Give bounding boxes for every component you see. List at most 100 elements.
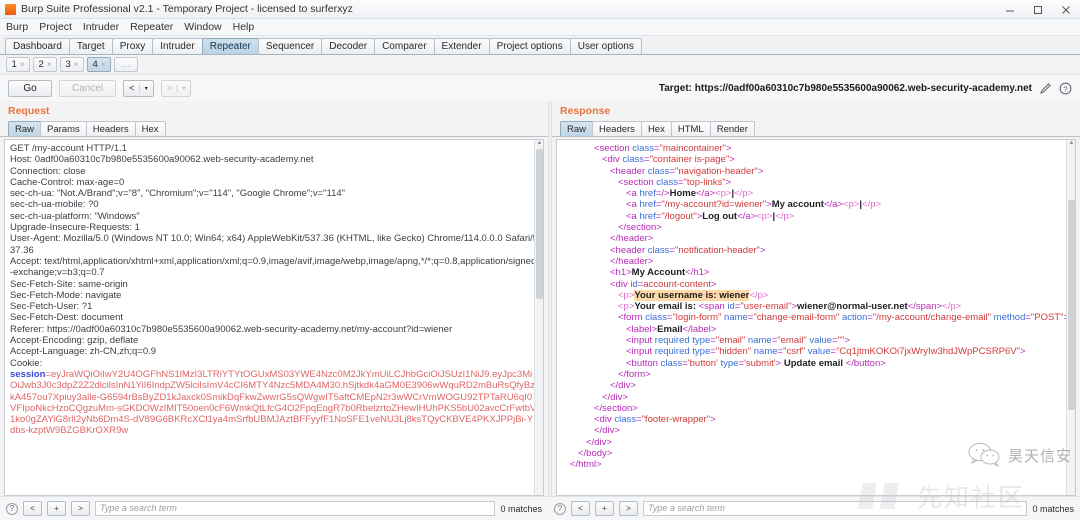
tab-comparer[interactable]: Comparer	[374, 38, 435, 54]
response-line: <div class="container is-page">	[562, 154, 1070, 165]
response-tab-raw[interactable]: Raw	[560, 121, 594, 136]
repeater-tab-3[interactable]: 3 ×	[60, 57, 84, 72]
tab-project-options[interactable]: Project options	[488, 38, 571, 54]
code-token: name	[751, 346, 778, 358]
request-search-bar: ? < + > Type a search term 0 matches	[0, 496, 548, 520]
response-editor[interactable]: <section class="maincontainer"> <div clas…	[556, 139, 1076, 496]
back-chevron-down-icon[interactable]: ▾	[145, 85, 148, 92]
status-bars: ? < + > Type a search term 0 matches ? <…	[0, 496, 1080, 520]
repeater-tab-3-close-icon[interactable]: ×	[74, 60, 79, 69]
go-button[interactable]: Go	[8, 79, 52, 97]
forward-chevron-down-icon[interactable]: ▾	[182, 85, 185, 92]
code-token: Log out	[702, 210, 738, 222]
response-tab-render[interactable]: Render	[709, 121, 755, 136]
request-tab-params[interactable]: Params	[40, 121, 87, 136]
code-token: type	[717, 357, 739, 369]
code-token: <div	[594, 414, 615, 426]
request-scroll-up-icon[interactable]: ▲	[536, 140, 543, 147]
minimize-button[interactable]	[996, 0, 1024, 19]
back-button[interactable]: < | ▾	[123, 79, 154, 97]
request-search-input[interactable]: Type a search term	[95, 501, 496, 516]
response-tab-hex[interactable]: Hex	[640, 121, 672, 136]
tab-sequencer[interactable]: Sequencer	[257, 38, 323, 54]
repeater-tab-2[interactable]: 2 ×	[33, 57, 57, 72]
request-tab-headers[interactable]: Headers	[85, 121, 136, 136]
response-line: <header class="notification-header">	[562, 245, 1070, 256]
repeater-tab-4[interactable]: 4 ×	[87, 57, 111, 72]
code-token: <label>	[626, 323, 658, 335]
edit-pencil-icon[interactable]	[1039, 82, 1052, 95]
response-tab-headers[interactable]: Headers	[592, 121, 642, 136]
tab-extender[interactable]: Extender	[433, 38, 490, 54]
tab-user-options[interactable]: User options	[569, 38, 642, 54]
response-search-next-button[interactable]: >	[619, 501, 638, 516]
repeater-tab-strip: 1 × 2 × 3 × 4 × …	[0, 55, 1080, 75]
response-line: <a href="/logout">Log out</a><p>|</p>	[562, 211, 1070, 222]
response-help-icon[interactable]: ?	[554, 502, 566, 515]
response-line: </section>	[562, 403, 1070, 414]
request-search-prev-button[interactable]: <	[23, 501, 42, 516]
code-token: "email"	[777, 335, 807, 347]
repeater-tab-2-label: 2	[38, 59, 44, 70]
menu-item-burp[interactable]: Burp	[6, 21, 28, 33]
help-question-icon[interactable]: ?	[1059, 82, 1072, 95]
close-button[interactable]	[1052, 0, 1080, 19]
menu-item-repeater[interactable]: Repeater	[130, 21, 173, 33]
repeater-tab-new[interactable]: …	[114, 57, 138, 72]
request-search-add-button[interactable]: +	[47, 501, 66, 516]
code-token: <header	[610, 165, 648, 177]
code-token: >	[710, 278, 717, 290]
request-headers-text: GET /my-account HTTP/1.1 Host: 0adf00a60…	[10, 143, 539, 369]
code-token: id	[727, 301, 735, 313]
response-line: </div>	[562, 380, 1070, 391]
menu-item-intruder[interactable]: Intruder	[83, 21, 119, 33]
repeater-tab-2-close-icon[interactable]: ×	[47, 60, 52, 69]
request-editor[interactable]: GET /my-account HTTP/1.1 Host: 0adf00a60…	[4, 139, 544, 496]
tab-proxy[interactable]: Proxy	[111, 38, 154, 54]
code-token: </div>	[594, 425, 620, 437]
code-token: </div>	[602, 391, 628, 403]
repeater-tab-1[interactable]: 1 ×	[6, 57, 30, 72]
response-search-input[interactable]: Type a search term	[643, 501, 1028, 516]
code-token: required	[654, 335, 693, 347]
repeater-tab-1-close-icon[interactable]: ×	[20, 60, 25, 69]
cancel-button[interactable]: Cancel	[59, 79, 117, 97]
code-token: </a>	[737, 210, 757, 222]
response-scroll-thumb[interactable]	[1068, 200, 1075, 410]
response-text[interactable]: <section class="maincontainer"> <div clas…	[557, 140, 1075, 474]
repeater-tab-4-close-icon[interactable]: ×	[101, 60, 106, 69]
code-token: My account	[771, 199, 824, 211]
request-search-next-button[interactable]: >	[71, 501, 90, 516]
request-text[interactable]: GET /my-account HTTP/1.1 Host: 0adf00a60…	[5, 140, 543, 440]
forward-button[interactable]: > | ▾	[160, 79, 192, 97]
tab-decoder[interactable]: Decoder	[321, 38, 376, 54]
code-token: </a>	[696, 188, 716, 200]
response-search-add-button[interactable]: +	[595, 501, 614, 516]
tab-intruder[interactable]: Intruder	[152, 38, 203, 54]
request-scroll-thumb[interactable]	[536, 149, 543, 299]
response-search-prev-button[interactable]: <	[571, 501, 590, 516]
tab-target[interactable]: Target	[68, 38, 113, 54]
code-token: <section	[594, 143, 633, 154]
request-scrollbar[interactable]: ▲	[534, 140, 543, 495]
code-token: </p>	[775, 210, 795, 222]
menu-item-help[interactable]: Help	[233, 21, 255, 33]
code-token: <header	[610, 244, 648, 256]
response-scrollbar[interactable]: ▲	[1066, 140, 1075, 495]
request-tab-raw[interactable]: Raw	[8, 121, 42, 136]
tab-dashboard[interactable]: Dashboard	[5, 38, 70, 54]
code-token: 'submit'	[744, 357, 776, 369]
request-help-icon[interactable]: ?	[6, 502, 18, 515]
code-token: <p>	[618, 301, 635, 313]
menu-item-window[interactable]: Window	[184, 21, 221, 33]
request-tab-hex[interactable]: Hex	[134, 121, 166, 136]
code-token: class	[632, 143, 654, 154]
menu-item-project[interactable]: Project	[39, 21, 72, 33]
response-tab-html[interactable]: HTML	[670, 121, 711, 136]
tab-repeater[interactable]: Repeater	[201, 38, 259, 54]
code-token: class	[622, 154, 644, 166]
code-token: My Account	[631, 267, 686, 279]
response-scroll-up-icon[interactable]: ▲	[1068, 140, 1075, 147]
maximize-button[interactable]	[1024, 0, 1052, 19]
code-token: "change-email-form"	[753, 312, 840, 324]
